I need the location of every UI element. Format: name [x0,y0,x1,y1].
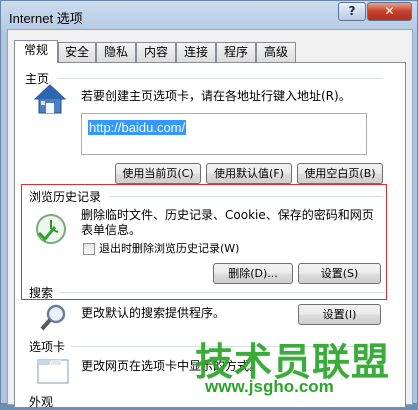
use-current-page-button[interactable]: 使用当前页(C) [115,163,201,184]
home-description: 若要创建主页选项卡，请在各地址行键入地址(R)。 [81,89,351,103]
search-settings-button[interactable]: 设置(I) [298,304,381,325]
history-description-line1: 删除临时文件、历史记录、Cookie、保存的密码和网页 [81,208,374,222]
search-description: 更改默认的搜索提供程序。 [81,306,226,320]
magnifier-icon [40,304,66,331]
delete-history-button[interactable]: 删除(D)... [213,263,293,284]
history-settings-button[interactable]: 设置(S) [298,263,381,284]
internet-options-dialog: Internet 选项 ? ✕ 常规 安全 隐私 内容 连接 程序 高级 主页 … [0,0,418,409]
search-separator [59,292,385,293]
home-url-input[interactable]: http://baidu.com/ [81,113,367,155]
window-title: Internet 选项 [9,11,83,26]
appearance-heading: 外观 [29,395,54,409]
house-icon [33,84,67,114]
tab-content[interactable]: 内容 [136,42,176,62]
watermark-url: www.jsgho.com [205,377,334,396]
home-separator [57,78,383,79]
home-url-text: http://baidu.com/ [88,120,187,135]
tab-general[interactable]: 常规 [14,40,58,63]
use-blank-button[interactable]: 使用空白页(B) [297,163,383,184]
search-heading: 搜索 [29,286,54,300]
close-button[interactable]: ✕ [367,2,412,21]
history-description-line2: 表单信息。 [81,223,142,237]
tabs-window-icon [37,359,69,384]
tab-advanced[interactable]: 高级 [256,42,296,62]
tab-programs[interactable]: 程序 [216,42,256,62]
help-button[interactable]: ? [338,2,366,21]
tab-connections[interactable]: 连接 [176,42,216,62]
tab-privacy[interactable]: 隐私 [96,42,136,62]
delete-on-exit-checkbox[interactable] [83,243,95,255]
use-default-button[interactable]: 使用默认值(F) [206,163,292,184]
history-separator [109,196,383,197]
tabs-heading: 选项卡 [29,340,66,354]
tab-security[interactable]: 安全 [58,42,96,62]
delete-on-exit-label: 退出时删除浏览历史记录(W) [99,242,240,255]
history-clock-icon [36,214,66,244]
history-heading: 浏览历史记录 [29,190,102,204]
